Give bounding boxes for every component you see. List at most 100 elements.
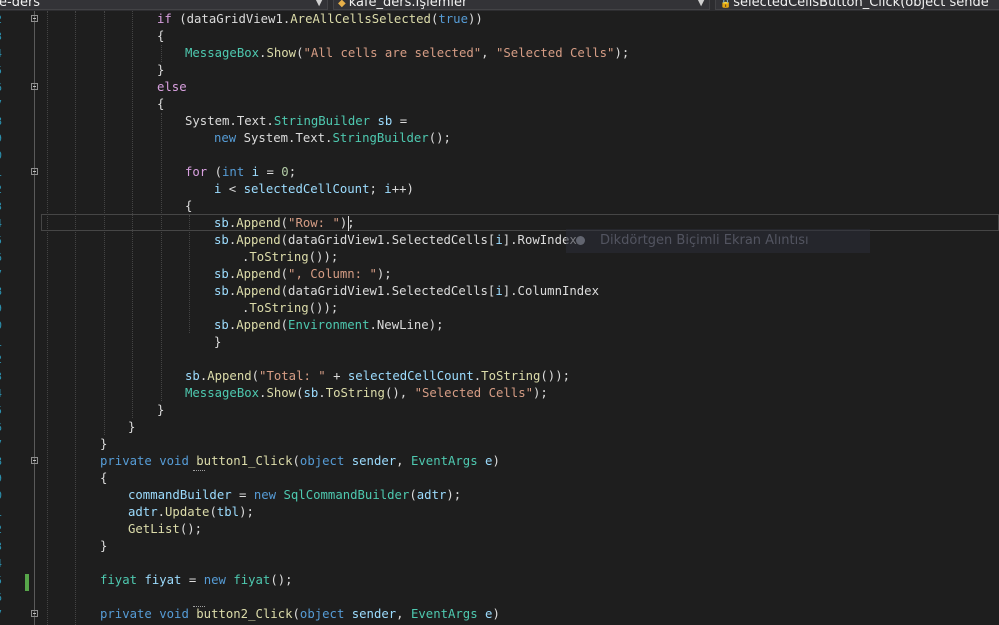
code-line[interactable]: 7 private void button2_Click(object sende… [0,606,999,623]
code-token: Show [266,46,297,60]
code-text: commandBuilder = new SqlCommandBuilder(a… [128,487,461,504]
code-token: .NewLine); [369,318,444,332]
chevron-down-icon: ▼ [697,0,705,8]
code-line[interactable]: 7} [0,436,999,453]
code-token: "Selected Cells" [414,386,534,400]
code-token: 0 [281,165,289,179]
code-line[interactable]: 0 sb.Append(Environment.NewLine); [0,317,999,334]
code-token: button2_Click [196,607,293,621]
code-line[interactable]: 1 for (int i = 0; [0,164,999,181]
code-token: (dataGridView1. [171,12,291,26]
code-line[interactable]: 9 new System.Text.StringBuilder(); [0,130,999,147]
code-line[interactable]: 2 if (dataGridView1.AreAllCellsSelected(t… [0,11,999,28]
code-line[interactable]: 0 commandBuilder = new SqlCommandBuilder(… [0,487,999,504]
code-line[interactable]: 4 MessageBox.Show("All cells are selected… [0,45,999,62]
code-line[interactable]: 5fiyat fiyat = new fiyat(); [0,572,999,589]
line-number: 5 [0,402,2,419]
code-token: } [128,420,136,434]
collapse-icon[interactable] [31,457,38,464]
collapse-icon[interactable] [31,168,38,175]
code-token: StringBuilder [332,131,429,145]
code-token: Environment [288,318,370,332]
code-token: fiyat [233,573,271,587]
code-line[interactable]: 9{ [0,470,999,487]
code-line[interactable]: 7 sb.Append(", Column: "); [0,266,999,283]
code-token: new [203,573,226,587]
code-token: int [222,165,245,179]
code-line[interactable]: 7{ [0,96,999,113]
code-text: private void button2_Click(object sender… [100,606,500,623]
code-token: , [396,607,411,621]
project-label: e-ders [0,0,41,10]
code-token: else [157,80,187,94]
member-dropdown[interactable]: 🔒 selectedCellsButton_Click(object sende [715,0,999,10]
code-line[interactable]: 2 [0,351,999,368]
line-number: 8 [0,283,2,300]
line-number: 4 [0,45,2,62]
code-line[interactable]: 2 i < selectedCellCount; i++) [0,181,999,198]
code-token: Append [236,284,281,298]
code-line[interactable]: 1 adtr.Update(tbl); [0,504,999,521]
code-line[interactable]: 8 private void button1_Click(object sende… [0,453,999,471]
code-line[interactable]: 3 sb.Append("Total: " + selectedCellCount… [0,368,999,385]
code-line[interactable]: 3{ [0,28,999,45]
code-token: sb [377,114,393,128]
line-number: 8 [0,453,2,470]
code-line[interactable]: 4MessageBox.Show(sb.ToString(), "Selecte… [0,385,999,402]
code-line[interactable]: 9 .ToString()); [0,300,999,317]
line-number: 7 [0,266,2,283]
code-token: private [100,607,152,621]
code-token: if [157,12,172,26]
code-line[interactable]: 0 [0,147,999,164]
code-line[interactable]: 6 [0,589,999,607]
code-text: i < selectedCellCount; i++) [214,181,414,198]
code-line[interactable]: 1} [0,334,999,351]
code-text: GetList(); [128,521,202,538]
line-number: 6 [0,249,2,266]
line-number: 3 [0,368,2,385]
code-text: } [128,419,135,436]
code-line[interactable]: 3{ [0,198,999,215]
code-text: fiyat fiyat = new fiyat(); [100,572,293,589]
line-number: 4 [0,215,2,232]
code-token: System.Text. [185,114,274,128]
code-token: StringBuilder [273,114,371,128]
code-token: Append [207,369,252,383]
code-line[interactable]: 6} [0,419,999,436]
line-number: 3 [0,538,2,555]
code-token: } [214,335,222,349]
code-token: ; [288,165,297,179]
collapse-icon[interactable] [31,15,38,22]
code-line[interactable]: 8 System.Text.StringBuilder sb = [0,113,999,130]
code-line[interactable]: 5} [0,402,999,419]
code-text: } [100,538,107,555]
code-line[interactable]: 3} [0,538,999,555]
collapse-icon[interactable] [31,83,38,90]
code-text: for (int i = 0; [185,164,296,181]
code-token: ToString [249,250,309,264]
code-text: MessageBox.Show(sb.ToString(), "Selected… [185,385,548,402]
code-token: i [495,233,503,247]
code-token: Append [236,233,281,247]
code-token: for [185,165,208,179]
code-line[interactable]: 2 GetList(); [0,521,999,538]
collapse-icon[interactable] [31,610,38,617]
class-dropdown[interactable]: ◆ kafe_ders.İşlemler ▼ [333,0,710,10]
code-line[interactable]: 6 else [0,79,999,96]
code-token: "Total: " [259,369,326,383]
code-token: GetList [128,522,180,536]
code-line[interactable]: 8 sb.Append(dataGridView1.SelectedCells[i… [0,283,999,300]
line-number: 1 [0,334,2,351]
project-dropdown[interactable]: e-ders ▼ [0,0,328,10]
line-number: 6 [0,589,2,606]
code-line[interactable]: 4 [0,555,999,572]
snip-icon [576,236,585,245]
code-editor[interactable]: 2if (dataGridView1.AreAllCellsSelected(t… [0,11,999,625]
code-token: ) [492,607,500,621]
code-line[interactable]: 5} [0,62,999,79]
code-token: { [157,29,165,43]
